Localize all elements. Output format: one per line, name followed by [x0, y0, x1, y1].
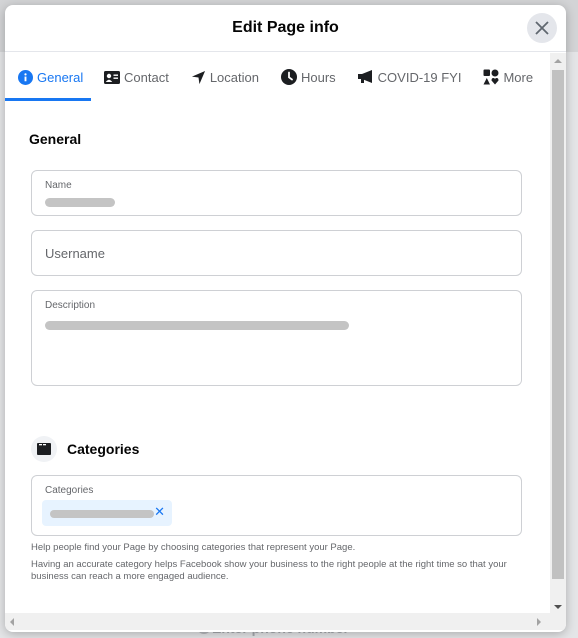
categories-field[interactable]: Categories ✕ [31, 475, 522, 536]
close-icon [535, 21, 549, 35]
horizontal-scrollbar[interactable] [5, 613, 550, 630]
name-field-label: Name [45, 180, 72, 191]
scroll-up-arrow-icon[interactable] [554, 59, 562, 63]
name-field[interactable]: Name [31, 170, 522, 216]
contact-card-icon [104, 70, 120, 84]
categories-heading: Categories [31, 436, 139, 462]
tab-covid-label: COVID-19 FYI [377, 69, 462, 85]
dialog-body: General Contact Location Hours COVID-19 … [5, 53, 566, 630]
vertical-scrollbar-thumb[interactable] [552, 70, 564, 579]
tab-general-label: General [37, 69, 84, 85]
dialog-title: Edit Page info [232, 19, 339, 36]
tab-bar: General Contact Location Hours COVID-19 … [5, 53, 550, 101]
vertical-scrollbar[interactable] [550, 53, 566, 613]
close-button[interactable] [527, 13, 557, 43]
description-field-value-redacted [45, 321, 349, 330]
categories-title: Categories [67, 441, 140, 457]
remove-category-icon[interactable]: ✕ [154, 504, 165, 520]
info-icon [18, 69, 33, 85]
tab-hours[interactable]: Hours [268, 53, 345, 101]
tab-hours-label: Hours [300, 69, 336, 85]
categories-help-text-1: Help people find your Page by choosing c… [31, 542, 356, 553]
username-placeholder: Username [45, 246, 105, 261]
clock-icon [280, 69, 297, 85]
categories-help-text-2: Having an accurate category helps Facebo… [31, 559, 507, 582]
category-chip: ✕ [42, 500, 172, 526]
scroll-down-arrow-icon[interactable] [554, 605, 562, 609]
description-field[interactable]: Description [31, 290, 522, 386]
tab-more[interactable]: More [470, 53, 542, 101]
tab-contact-label: Contact [124, 69, 169, 85]
scroll-left-arrow-icon[interactable] [10, 618, 14, 626]
name-field-value-redacted [45, 198, 115, 207]
megaphone-icon [357, 70, 374, 84]
category-folder-icon [37, 443, 51, 455]
general-section-title: General [29, 131, 82, 147]
tab-more-label: More [503, 69, 534, 85]
categories-icon-circle [31, 436, 57, 462]
scrollbar-corner [550, 613, 566, 630]
tab-general[interactable]: General [5, 53, 91, 101]
scroll-right-arrow-icon[interactable] [537, 618, 541, 626]
dialog-header: Edit Page info [5, 5, 566, 52]
tab-location[interactable]: Location [178, 53, 268, 101]
categories-field-label: Categories [45, 485, 94, 496]
description-field-label: Description [45, 300, 96, 311]
username-field[interactable]: Username [31, 230, 522, 276]
shapes-icon [483, 69, 499, 85]
tab-covid-19-fyi[interactable]: COVID-19 FYI [345, 53, 471, 101]
category-chip-value-redacted [50, 510, 154, 518]
tab-location-label: Location [209, 69, 259, 85]
scroll-content: General Contact Location Hours COVID-19 … [5, 53, 550, 613]
location-arrow-icon [191, 70, 206, 85]
edit-page-info-dialog: Edit Page info General Contact Location … [5, 5, 566, 632]
tab-contact[interactable]: Contact [91, 53, 178, 101]
